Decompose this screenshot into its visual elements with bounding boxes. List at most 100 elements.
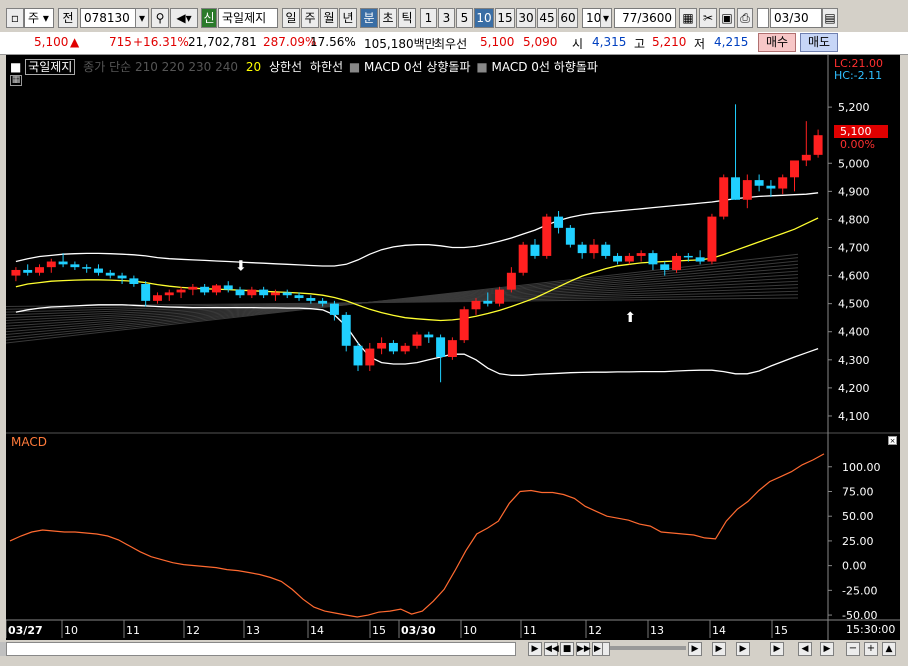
candle[interactable] (270, 292, 280, 296)
candle[interactable] (164, 292, 174, 296)
date-checkbox[interactable] (757, 8, 769, 28)
interval-3[interactable]: 3 (438, 8, 455, 28)
buy-button[interactable]: 매수 (758, 33, 796, 52)
chevron-right-icon[interactable]: ▶ (770, 642, 784, 656)
candle[interactable] (565, 227, 575, 245)
candle[interactable] (636, 253, 646, 256)
candle[interactable] (530, 244, 540, 256)
candle[interactable] (306, 298, 316, 301)
candle[interactable] (754, 180, 764, 186)
window-icon[interactable]: ▫ (6, 8, 24, 28)
candle[interactable] (341, 314, 351, 346)
search-icon[interactable]: ⚲ (151, 8, 169, 28)
candle[interactable] (778, 177, 788, 189)
minus-icon[interactable]: − (846, 642, 860, 656)
calendar-icon[interactable]: ▤ (822, 8, 838, 28)
candle[interactable] (447, 340, 457, 357)
candle[interactable] (223, 285, 233, 290)
stock-name-field[interactable]: 국일제지 (218, 8, 278, 28)
candle[interactable] (601, 244, 611, 256)
candle[interactable] (23, 269, 33, 273)
candle[interactable] (46, 261, 56, 268)
candle[interactable] (211, 285, 221, 293)
candle[interactable] (672, 255, 682, 270)
candle[interactable] (506, 272, 516, 290)
candle[interactable] (683, 255, 693, 258)
speaker-icon[interactable]: ◀▾ (170, 8, 198, 28)
candle[interactable] (329, 303, 339, 315)
candle[interactable] (471, 300, 481, 310)
candle[interactable] (766, 185, 776, 189)
chart-area[interactable]: ⬇ ⬆ 5,200 5,000 4,900 4,800 4,700 4,600 4,500 4,… (6, 55, 900, 640)
interval-5[interactable]: 5 (456, 8, 473, 28)
candle[interactable] (11, 269, 21, 276)
tools-icon[interactable]: ✂ (699, 8, 717, 28)
price-chart[interactable]: ⬇ ⬆ 5,200 5,000 4,900 4,800 4,700 4,600 4,500 4,… (6, 55, 900, 640)
candle[interactable] (436, 337, 446, 357)
chevron-right-icon[interactable]: ▶ (712, 642, 726, 656)
candle[interactable] (105, 272, 115, 276)
candle[interactable] (235, 289, 245, 296)
candle[interactable] (58, 261, 68, 265)
interval-30[interactable]: 30 (516, 8, 536, 28)
candle[interactable] (388, 342, 398, 352)
candle[interactable] (790, 160, 799, 178)
scrollbar-left[interactable] (0, 642, 6, 656)
candle[interactable] (589, 244, 599, 254)
chevron-down-icon[interactable]: ▾ (135, 8, 149, 28)
candle[interactable] (70, 264, 80, 268)
date-input[interactable]: 03/30 (770, 8, 822, 28)
candle[interactable] (200, 286, 210, 293)
interval-45[interactable]: 45 (537, 8, 557, 28)
stop-icon[interactable]: ■ (560, 642, 574, 656)
chevron-right-icon[interactable]: ▶ (736, 642, 750, 656)
interval-60[interactable]: 60 (558, 8, 578, 28)
candle[interactable] (554, 216, 564, 228)
candle[interactable] (247, 289, 257, 296)
save-icon[interactable]: ▣ (719, 8, 735, 28)
candle[interactable] (495, 289, 505, 304)
candle[interactable] (259, 289, 269, 296)
candle[interactable] (695, 257, 705, 262)
candle[interactable] (365, 348, 375, 366)
play-icon[interactable]: ▶ (528, 642, 542, 656)
candle[interactable] (719, 177, 729, 217)
period-year[interactable]: 년 (339, 8, 357, 28)
candle[interactable] (176, 289, 186, 293)
chevron-down-icon[interactable]: ▾ (600, 8, 612, 28)
candle[interactable] (577, 244, 587, 254)
grid-icon[interactable]: ▦ (10, 75, 22, 86)
forward-icon[interactable]: ▶▶ (576, 642, 591, 656)
print-icon[interactable]: ⎙ (737, 8, 753, 28)
candle[interactable] (294, 295, 304, 299)
chevron-left-icon[interactable]: ◀ (798, 642, 812, 656)
candle[interactable] (353, 345, 363, 366)
period-week[interactable]: 주 (301, 8, 319, 28)
candle[interactable] (624, 255, 634, 262)
candle[interactable] (318, 300, 328, 304)
period-tick[interactable]: 틱 (398, 8, 416, 28)
candle[interactable] (412, 334, 422, 346)
candle[interactable] (400, 345, 410, 352)
candle[interactable] (742, 180, 752, 200)
candle[interactable] (141, 284, 151, 301)
rewind-icon[interactable]: ◀◀ (544, 642, 559, 656)
candle[interactable] (117, 275, 127, 279)
legend-name[interactable]: 국일제지 (25, 59, 76, 75)
candle[interactable] (282, 292, 292, 296)
candle[interactable] (801, 154, 811, 161)
candle[interactable] (188, 286, 198, 290)
interval-1[interactable]: 1 (420, 8, 437, 28)
candle[interactable] (82, 267, 92, 269)
zoom-track[interactable] (606, 646, 686, 650)
candle[interactable] (35, 267, 44, 273)
plus-icon[interactable]: + (864, 642, 878, 656)
candle[interactable] (813, 135, 823, 155)
period-minute[interactable]: 분 (360, 8, 378, 28)
all-button[interactable]: 전 (58, 8, 78, 28)
candle[interactable] (152, 295, 162, 301)
candle[interactable] (731, 177, 741, 200)
candle[interactable] (648, 253, 658, 265)
chevron-right-icon[interactable]: ▶ (820, 642, 834, 656)
candle[interactable] (483, 300, 493, 304)
